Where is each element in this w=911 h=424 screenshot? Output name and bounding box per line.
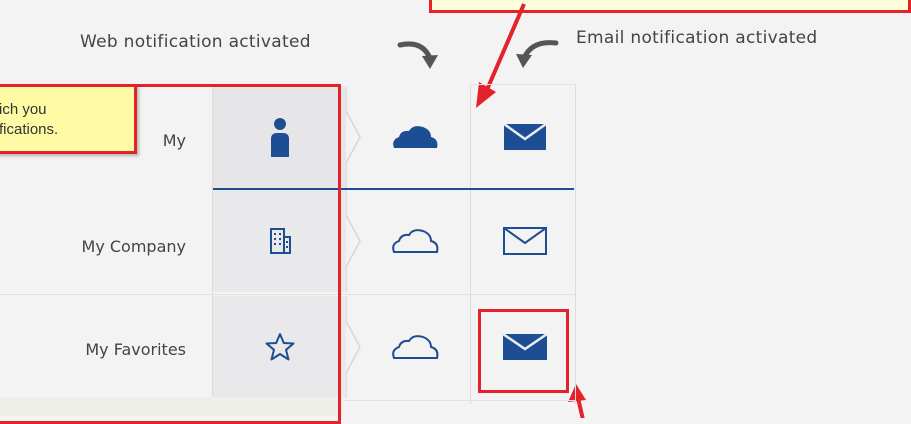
cloud-filled-icon (393, 126, 438, 148)
chevron-separator-icon (346, 296, 361, 398)
row-favorites-web-toggle[interactable] (361, 296, 469, 398)
chevron-separator-icon (346, 190, 361, 292)
yellow-note: ich you fications. (0, 84, 137, 154)
row-my-email-toggle[interactable] (471, 86, 579, 188)
email-annotation-box (478, 309, 569, 393)
note-line-1: ich you (0, 101, 47, 118)
web-notification-header: Web notification activated (80, 32, 311, 52)
row-my-web-toggle[interactable] (361, 86, 469, 188)
cloud-outline-icon (392, 229, 439, 253)
chevron-separator-icon (346, 86, 361, 188)
email-notification-header: Email notification activated (576, 28, 818, 48)
mail-filled-icon (504, 124, 546, 150)
row-company-email-toggle[interactable] (471, 190, 579, 292)
row-company-web-toggle[interactable] (361, 190, 469, 292)
note-line-2: fications. (0, 121, 59, 138)
cloud-outline-icon (392, 335, 439, 359)
mail-outline-icon (503, 227, 547, 255)
curved-arrow-down-right-icon (397, 41, 438, 69)
